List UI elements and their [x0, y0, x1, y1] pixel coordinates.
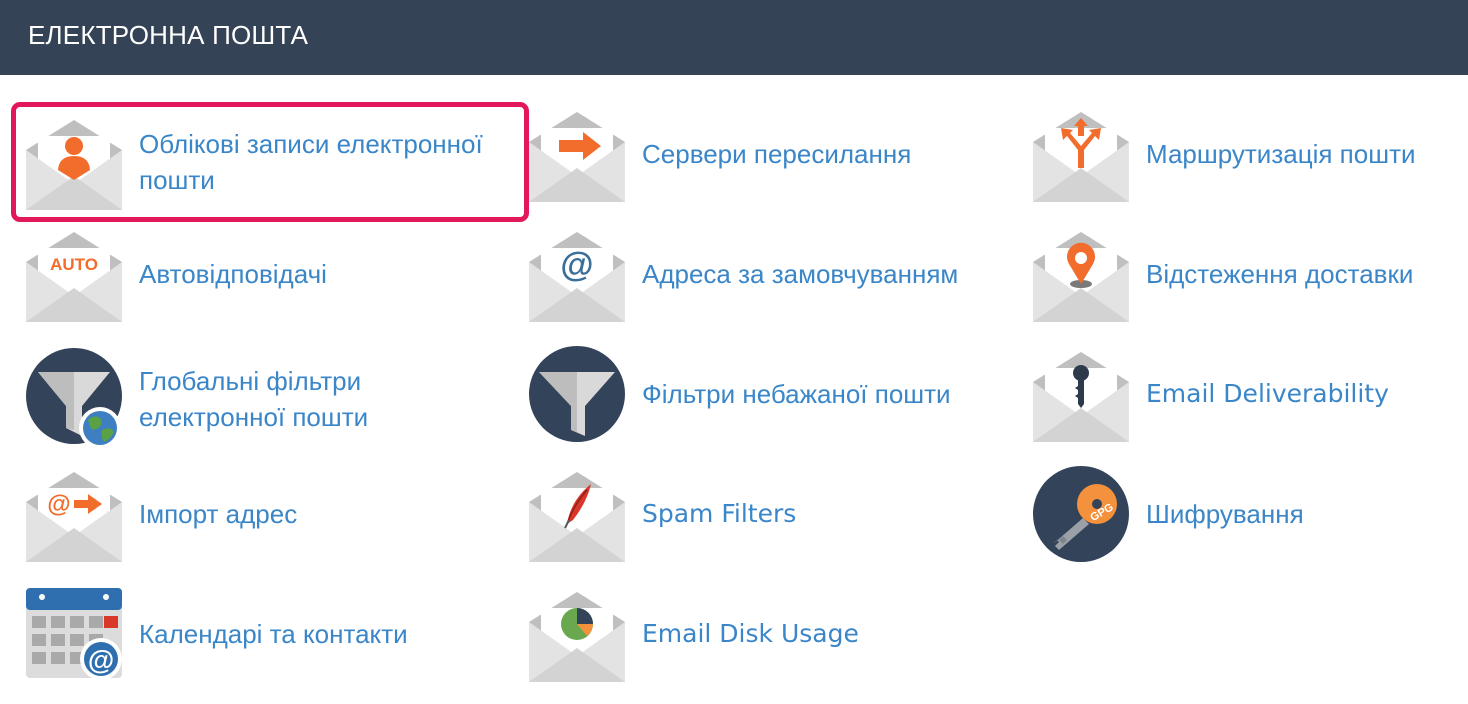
email-accounts-label: Облікові записи електронної пошти — [139, 129, 483, 195]
email-routing-link[interactable]: Маршрутизація пошти — [1033, 106, 1463, 202]
envelope-location-pin-icon — [1033, 232, 1129, 322]
user-filters-label: Фільтри небажаної пошти — [642, 379, 951, 409]
spam-filters-label: Spam Filters — [642, 499, 797, 528]
envelope-arrow-icon — [529, 112, 625, 202]
calendars-contacts-label: Календарі та контакти — [139, 619, 408, 649]
envelope-feather-icon — [529, 472, 625, 562]
gpg-key-icon: GPG — [1033, 466, 1129, 562]
calendars-contacts-link[interactable]: @ Календарі та контакти — [26, 586, 526, 682]
track-delivery-label: Відстеження доставки — [1146, 259, 1414, 289]
at-badge: @ — [560, 246, 593, 284]
email-disk-usage-link[interactable]: Email Disk Usage — [529, 586, 1019, 682]
funnel-icon — [529, 346, 625, 442]
track-delivery-link[interactable]: Відстеження доставки — [1033, 226, 1463, 322]
import-at-badge: @ — [47, 491, 70, 518]
envelope-auto-icon: AUTO — [26, 232, 122, 322]
calendar-at-icon: @ — [26, 588, 122, 680]
panel-header: ЕЛЕКТРОННА ПОШТА — [0, 0, 1468, 75]
envelope-at-icon: @ — [529, 232, 625, 322]
envelope-user-icon — [26, 120, 122, 210]
funnel-globe-icon — [26, 348, 122, 449]
panel-title: ЕЛЕКТРОННА ПОШТА — [28, 20, 309, 50]
forwarders-label: Сервери пересилання — [642, 139, 912, 169]
import-addresses-label: Імпорт адрес — [139, 499, 298, 529]
encryption-link[interactable]: GPG Шифрування — [1033, 466, 1463, 562]
default-address-label: Адреса за замовчуванням — [642, 259, 959, 289]
auto-badge: AUTO — [50, 255, 98, 274]
envelope-pie-chart-icon — [529, 592, 625, 682]
email-accounts-link[interactable]: Облікові записи електронної пошти — [11, 102, 529, 222]
email-disk-usage-label: Email Disk Usage — [642, 619, 859, 648]
user-filters-link[interactable]: Фільтри небажаної пошти — [529, 346, 1019, 442]
forwarders-link[interactable]: Сервери пересилання — [529, 106, 1019, 202]
calendar-at-badge: @ — [88, 645, 114, 675]
email-deliverability-label: Email Deliverability — [1146, 379, 1389, 408]
default-address-link[interactable]: @ Адреса за замовчуванням — [529, 226, 1019, 322]
global-filters-label: Глобальні фільтри електронної пошти — [139, 366, 369, 432]
envelope-key-icon — [1033, 352, 1129, 442]
encryption-label: Шифрування — [1146, 499, 1304, 529]
autoresponders-label: Автовідповідачі — [139, 259, 327, 289]
global-filters-link[interactable]: Глобальні фільтри електронної пошти — [26, 346, 526, 452]
spam-filters-link[interactable]: Spam Filters — [529, 466, 1019, 562]
autoresponders-link[interactable]: AUTO Автовідповідачі — [26, 226, 526, 322]
email-deliverability-link[interactable]: Email Deliverability — [1033, 346, 1463, 442]
envelope-routing-icon — [1033, 112, 1129, 202]
envelope-at-arrow-icon: @ — [26, 472, 122, 562]
email-routing-label: Маршрутизація пошти — [1146, 139, 1416, 169]
import-addresses-link[interactable]: @ Імпорт адрес — [26, 466, 526, 562]
